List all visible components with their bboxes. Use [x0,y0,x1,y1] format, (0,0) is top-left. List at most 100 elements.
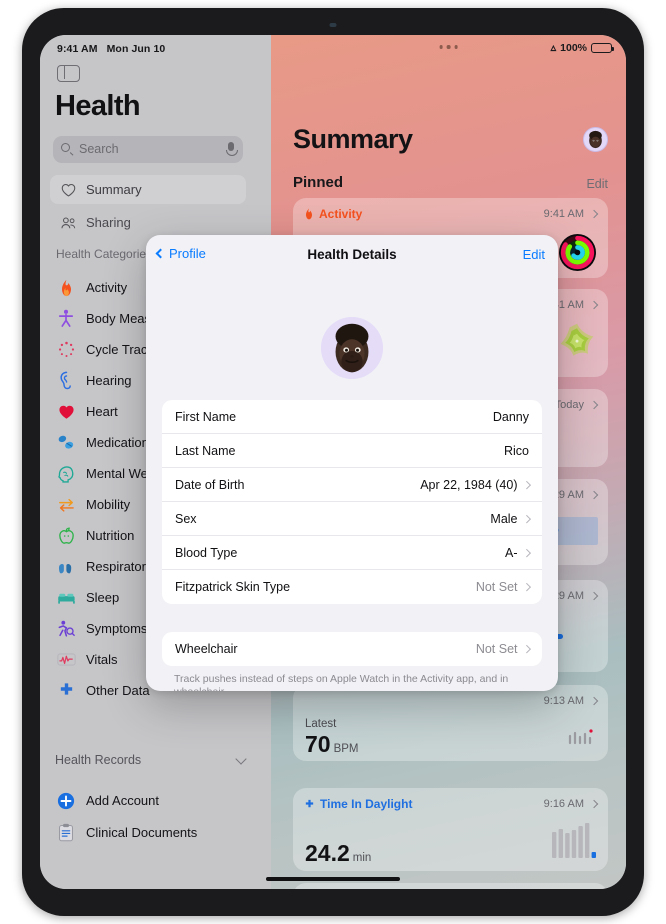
pinned-edit-button[interactable]: Edit [586,177,608,191]
page-title: Health [55,90,141,122]
row-label: Sex [175,511,197,526]
cycle-icon [55,339,77,361]
modal-navigation-bar: Profile Health Details Edit [146,235,558,275]
activity-rings-icon [559,234,596,271]
card-timestamp: 9:41 AM [543,208,584,220]
avatar[interactable] [583,127,608,152]
row-last-name[interactable]: Last Name Rico [162,434,542,468]
memoji-avatar[interactable] [321,317,383,379]
sidebar-item-label: Symptoms [86,621,148,636]
chevron-right-icon [522,480,531,489]
battery-percent-label: 100% [560,42,587,54]
lungs-icon [55,556,77,578]
section-header-health-records[interactable]: Health Records [55,752,251,767]
chevron-right-icon[interactable] [589,799,599,809]
sidebar-item-label: Add Account [86,793,159,808]
sidebar-item-clinical-documents[interactable]: Clinical Documents [55,817,255,848]
bed-icon [55,587,77,609]
card-header: Activity [304,207,362,221]
sidebar-item-label: Clinical Documents [86,825,198,840]
sidebar-item-label: Respiratory [86,559,153,574]
latest-label: Latest [305,718,337,730]
sidebar-item-label: Sharing [86,215,131,230]
card-time-in-daylight[interactable]: Time In Daylight 9:16 AM 24.2 min [293,788,608,871]
row-blood-type[interactable]: Blood Type A- [162,536,542,570]
value-unit: min [352,852,372,864]
sidebar-item-sharing[interactable]: Sharing [50,208,246,237]
row-value: Apr 22, 1984 (40) [420,477,518,492]
sidebar-toggle-icon[interactable] [57,65,80,82]
health-details-modal: Profile Health Details Edit First Name D… [146,235,558,691]
plus-circle-icon [55,790,77,812]
search-input[interactable]: Search [53,136,243,163]
sidebar-item-label: Sleep [86,590,120,605]
row-label: Last Name [175,443,236,458]
chevron-right-icon[interactable] [589,209,599,219]
chevron-right-icon[interactable] [589,400,599,410]
chevron-right-icon[interactable] [589,490,599,500]
row-value: Not Set [475,642,518,656]
sidebar-item-label: Nutrition [86,528,135,543]
sidebar-item-label: Heart [86,404,118,419]
section-header-health-categories: Health Categories [56,247,153,261]
daylight-value: 24.2 min [305,840,371,867]
search-icon [61,143,70,152]
card-timestamp: 9:16 AM [543,798,584,810]
row-label: First Name [175,409,237,424]
home-indicator[interactable] [266,877,400,881]
battery-icon [591,42,615,54]
row-sex[interactable]: Sex Male [162,502,542,536]
microphone-icon[interactable] [225,142,239,156]
plus-cross-icon [305,799,314,807]
ear-icon [55,370,77,392]
status-date: Mon Jun 10 [106,43,166,55]
row-label: Wheelchair [175,642,238,656]
sidebar-item-label: Summary [86,182,142,197]
row-value: Not Set [475,580,518,594]
status-time: 9:41 AM [57,43,98,55]
chevron-right-icon [522,548,531,557]
sidebar-item-label: Activity [86,280,128,295]
modal-edit-button[interactable]: Edit [523,247,545,262]
front-camera-dot [329,23,337,27]
card-heart-rate[interactable]: 9:13 AM Latest 70 BPM [293,685,608,761]
vitals-icon [55,649,77,671]
status-bar-right: ▵ 100% [550,41,615,54]
row-date-of-birth[interactable]: Date of Birth Apr 22, 1984 (40) [162,468,542,502]
sidebar-item-add-account[interactable]: Add Account [55,785,255,816]
show-all-health-data-button[interactable]: Show All Health Data [293,883,608,889]
sidebar-item-label: Mobility [86,497,131,512]
state-of-mind-icon [556,321,598,368]
value-number: 24.2 [305,840,350,866]
value-number: 70 [305,731,331,757]
sidebar-item-label: Other Data [86,683,150,698]
wheelchair-footnote: Track pushes instead of steps on Apple W… [174,673,509,691]
chevron-down-icon[interactable] [235,752,247,765]
back-label: Profile [169,246,206,261]
back-to-profile-button[interactable]: Profile [155,246,206,261]
row-value: Rico [503,443,529,458]
people-icon [55,216,81,230]
row-fitzpatrick-skin-type[interactable]: Fitzpatrick Skin Type Not Set [162,570,542,604]
chevron-right-icon[interactable] [589,696,599,706]
search-placeholder: Search [79,142,119,156]
flame-icon [306,208,312,220]
chevron-right-icon[interactable] [589,300,599,310]
symptoms-icon [55,618,77,640]
sidebar-item-summary[interactable]: Summary [50,175,246,204]
multitasking-controls-icon[interactable] [439,45,458,49]
row-wheelchair[interactable]: Wheelchair Not Set [162,632,542,666]
screen: 9:41 AM Mon Jun 10 Health Search Summary [40,35,626,889]
clipboard-icon [55,822,77,844]
head-icon [55,463,77,485]
plus-cross-icon [55,680,77,702]
sidebar-item-label: Medications [86,435,156,450]
row-first-name[interactable]: First Name Danny [162,400,542,434]
sidebar-item-label: Vitals [86,652,118,667]
heart-rate-chart-icon [568,729,594,752]
health-records-label: Health Records [55,753,142,767]
chevron-right-icon[interactable] [589,591,599,601]
wifi-icon: ▵ [550,41,557,54]
summary-title: Summary [293,124,413,154]
chevron-right-icon [522,645,531,653]
